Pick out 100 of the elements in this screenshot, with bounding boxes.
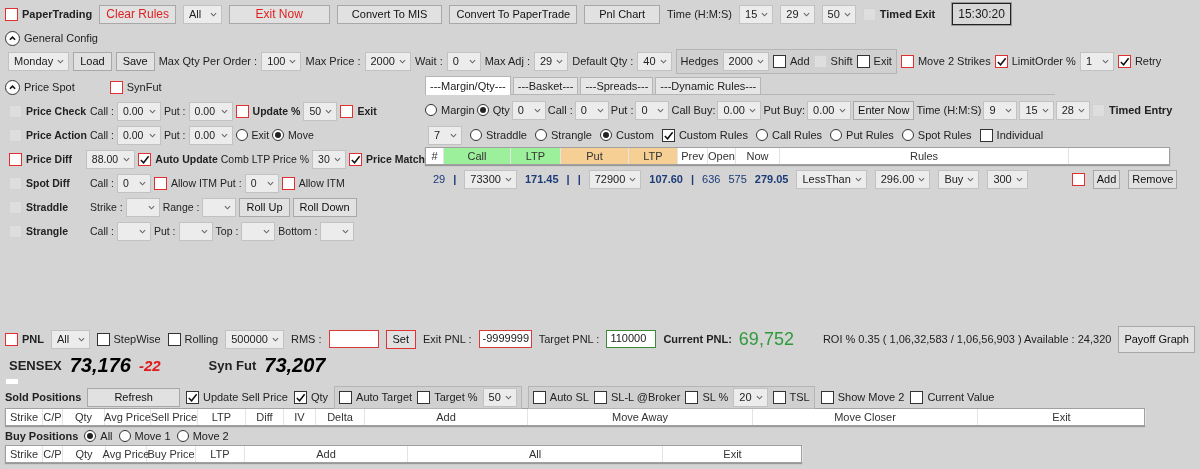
checkbox[interactable] xyxy=(856,54,870,68)
column-header[interactable]: Diff xyxy=(246,409,284,425)
text-field[interactable]: 110000 xyxy=(606,330,657,348)
button[interactable]: Exit Now xyxy=(228,4,330,24)
button[interactable]: Add xyxy=(1092,169,1121,189)
checkbox[interactable] xyxy=(417,390,431,404)
dropdown[interactable]: All xyxy=(51,329,90,349)
dropdown[interactable]: 0 xyxy=(511,100,546,120)
column-header[interactable]: Avg Price xyxy=(105,409,151,425)
checkbox[interactable] xyxy=(685,390,699,404)
button[interactable]: Load xyxy=(73,51,112,71)
button[interactable]: Clear Rules xyxy=(99,4,176,24)
dropdown[interactable]: 7 xyxy=(428,125,462,145)
checkbox[interactable] xyxy=(900,54,914,68)
tab[interactable]: ---Margin/Qty--- xyxy=(425,76,511,95)
dropdown[interactable]: 29 xyxy=(780,4,815,24)
text-field[interactable] xyxy=(328,330,379,348)
checkbox[interactable] xyxy=(349,152,363,166)
column-header[interactable]: Move Away xyxy=(528,409,753,425)
radio-button[interactable] xyxy=(535,129,547,141)
checkbox[interactable] xyxy=(661,128,675,142)
column-header[interactable]: LTP xyxy=(196,446,245,462)
dropdown[interactable]: Buy xyxy=(938,169,980,189)
radio-button[interactable] xyxy=(425,104,437,116)
tab[interactable]: ---Dynamic Rules--- xyxy=(655,77,762,94)
dropdown[interactable]: 500000 xyxy=(225,329,284,349)
checkbox[interactable] xyxy=(281,176,295,190)
column-header[interactable]: Call xyxy=(444,148,511,164)
checkbox[interactable] xyxy=(339,390,353,404)
checkbox[interactable] xyxy=(773,54,786,68)
dropdown[interactable]: 15 xyxy=(1019,100,1054,120)
dropdown[interactable]: 29 xyxy=(533,51,569,71)
button[interactable]: Pnl Chart xyxy=(584,4,661,24)
dropdown[interactable]: 20 xyxy=(733,387,768,407)
column-header[interactable]: Strike xyxy=(6,409,43,425)
dropdown[interactable]: 50 xyxy=(303,101,338,121)
button[interactable]: Convert To PaperTrade xyxy=(449,4,578,24)
column-header[interactable]: Now xyxy=(736,148,780,164)
button[interactable]: Remove xyxy=(1128,169,1178,189)
radio-button[interactable] xyxy=(272,129,285,141)
dropdown[interactable]: 0.00 xyxy=(188,125,233,145)
column-header[interactable]: Rules xyxy=(780,148,1069,164)
checkbox[interactable] xyxy=(167,332,181,346)
dropdown[interactable]: 0.00 xyxy=(807,100,852,120)
column-header[interactable]: Add xyxy=(365,409,528,425)
checkbox[interactable] xyxy=(5,7,18,21)
checkbox[interactable] xyxy=(9,152,22,166)
radio-button[interactable] xyxy=(84,429,97,442)
collapse-icon[interactable] xyxy=(5,30,20,46)
column-header[interactable]: Buy Price xyxy=(147,446,196,462)
column-header[interactable]: Exit xyxy=(663,446,803,462)
radio-button[interactable] xyxy=(476,104,489,116)
column-header[interactable]: Exit xyxy=(978,409,1146,425)
checkbox[interactable] xyxy=(153,176,167,190)
dropdown[interactable]: 28 xyxy=(1055,100,1090,120)
column-header[interactable]: C/P xyxy=(43,409,63,425)
button[interactable]: Convert To MIS xyxy=(336,4,443,24)
radio-button[interactable] xyxy=(118,429,131,442)
checkbox[interactable] xyxy=(5,332,18,346)
dropdown[interactable]: 300 xyxy=(987,169,1028,189)
dropdown[interactable]: 0.00 xyxy=(116,101,161,121)
radio-button[interactable] xyxy=(599,129,612,141)
dropdown[interactable]: 0.00 xyxy=(717,100,762,120)
dropdown[interactable]: 73300 xyxy=(464,169,517,189)
column-header[interactable]: Prev xyxy=(678,148,708,164)
checkbox[interactable] xyxy=(532,390,546,404)
column-header[interactable]: C/P xyxy=(43,446,63,462)
column-header[interactable]: Put xyxy=(561,148,629,164)
button[interactable]: Roll Down xyxy=(292,197,357,217)
dropdown[interactable]: 0.00 xyxy=(116,125,161,145)
dropdown[interactable]: LessThan xyxy=(796,169,867,189)
radio-button[interactable] xyxy=(901,129,914,141)
checkbox[interactable] xyxy=(185,390,199,404)
dropdown[interactable]: 30 xyxy=(312,149,347,169)
column-header[interactable]: Add xyxy=(245,446,408,462)
checkbox[interactable] xyxy=(994,54,1008,68)
button[interactable]: Roll Up xyxy=(239,197,290,217)
button[interactable]: Save xyxy=(115,51,155,71)
dropdown[interactable]: 296.00 xyxy=(874,169,931,189)
text-field[interactable]: -9999999 xyxy=(478,330,532,348)
button[interactable]: Enter Now xyxy=(853,100,915,120)
checkbox[interactable] xyxy=(820,390,834,404)
dropdown[interactable]: 0 xyxy=(116,173,151,193)
button[interactable]: Refresh xyxy=(87,387,180,407)
column-header[interactable]: LTP xyxy=(629,148,678,164)
radio-button[interactable] xyxy=(830,129,843,141)
dropdown[interactable]: 0.00 xyxy=(188,101,233,121)
checkbox[interactable] xyxy=(1117,54,1131,68)
dropdown[interactable]: 0 xyxy=(574,100,609,120)
column-header[interactable]: IV xyxy=(284,409,316,425)
column-header[interactable]: LTP xyxy=(511,148,561,164)
checkbox[interactable] xyxy=(979,128,993,142)
dropdown[interactable]: 50 xyxy=(482,387,517,407)
button[interactable]: Payoff Graph xyxy=(1118,325,1195,353)
splitter-handle[interactable] xyxy=(6,379,18,384)
checkbox[interactable] xyxy=(96,332,110,346)
dropdown[interactable]: 0 xyxy=(446,51,481,71)
dropdown[interactable]: 72900 xyxy=(588,169,642,189)
checkbox[interactable] xyxy=(138,152,152,166)
dropdown[interactable]: 2000 xyxy=(364,51,411,71)
